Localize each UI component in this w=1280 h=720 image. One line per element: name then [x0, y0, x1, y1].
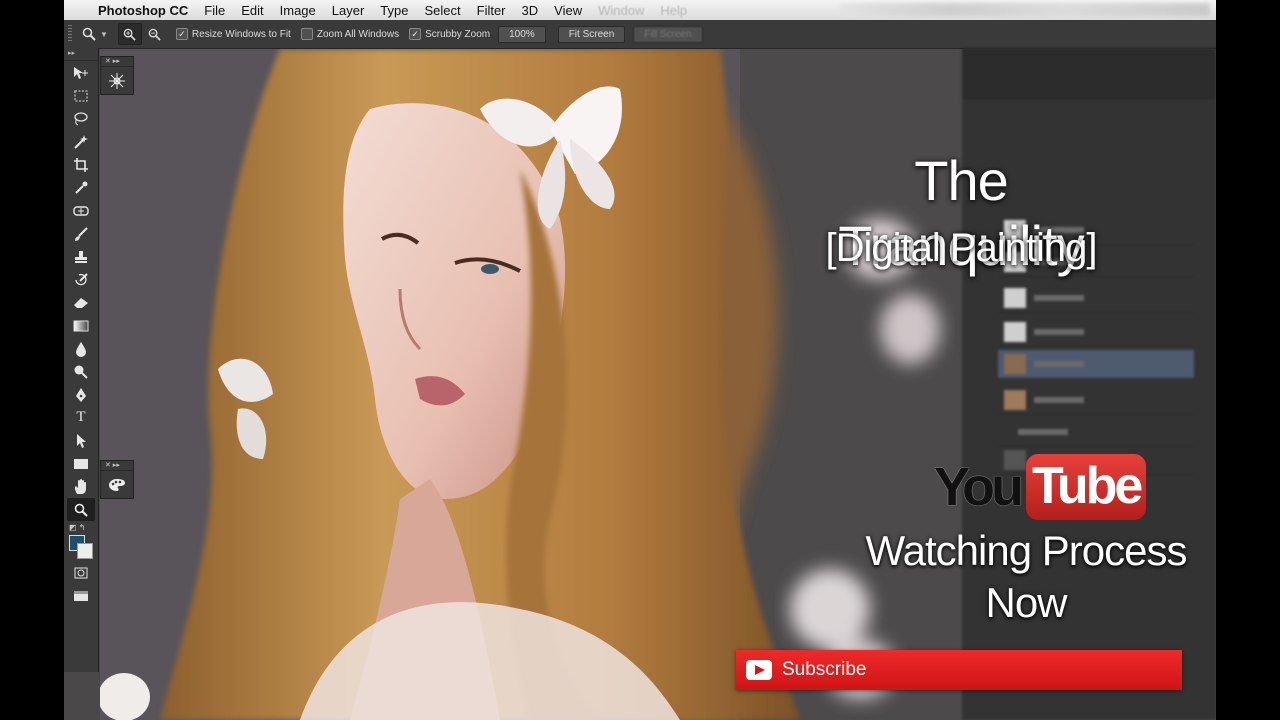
subscribe-button[interactable]: Subscribe	[736, 650, 1182, 690]
menu-window[interactable]: Window	[598, 3, 644, 18]
color-panel-mini: ✕ ▸▸	[100, 460, 134, 499]
spot-healing-brush-icon[interactable]	[64, 199, 98, 222]
layer-row[interactable]	[998, 284, 1194, 313]
zoom-icon[interactable]	[78, 24, 100, 44]
move-tool-icon[interactable]	[64, 61, 98, 84]
scrubby-zoom-label: Scrubby Zoom	[425, 28, 491, 40]
app-name-menu[interactable]: Photoshop CC	[98, 3, 188, 18]
menu-type[interactable]: Type	[380, 3, 408, 18]
quick-mask-icon[interactable]	[64, 561, 98, 584]
blur-tool-icon[interactable]	[64, 337, 98, 360]
color-swatches[interactable]: ◩ ↰	[64, 521, 98, 559]
menu-3d[interactable]: 3D	[522, 3, 539, 18]
path-selection-tool-icon[interactable]	[64, 429, 98, 452]
screen-mode-icon[interactable]	[64, 584, 98, 607]
zoom-all-windows-checkbox[interactable]: Zoom All Windows	[300, 28, 400, 40]
options-bar: ▼ ✓ Resize Windows to Fit Zoom All Windo…	[64, 20, 1216, 49]
menu-file[interactable]: File	[204, 3, 225, 18]
youtube-logo-tube: Tube	[1025, 454, 1147, 520]
history-brush-tool-icon[interactable]	[64, 268, 98, 291]
layer-row-selected[interactable]	[998, 350, 1194, 379]
crop-tool-icon[interactable]	[64, 153, 98, 176]
zoom-all-windows-box[interactable]	[300, 28, 313, 40]
letterbox-right	[1216, 0, 1280, 720]
layer-row[interactable]	[998, 386, 1194, 415]
panel-close-icon[interactable]: ✕ ▸▸	[101, 57, 133, 67]
scrubby-zoom-checkmark[interactable]: ✓	[409, 28, 422, 40]
magic-wand-tool-icon[interactable]	[64, 130, 98, 153]
brush-settings-icon[interactable]	[101, 67, 133, 94]
clone-stamp-tool-icon[interactable]	[64, 245, 98, 268]
lasso-tool-icon[interactable]	[64, 107, 98, 130]
letterbox-left	[0, 0, 64, 720]
rectangle-tool-icon[interactable]	[64, 452, 98, 475]
tools-panel: ▸▸ T ◩ ↰	[64, 48, 99, 672]
brush-tool-icon[interactable]	[64, 222, 98, 245]
zoom-tool-icon[interactable]	[67, 498, 95, 521]
tool-preset-chevron-down-icon[interactable]: ▼	[100, 30, 108, 39]
photoshop-window: Photoshop CC File Edit Image Layer Type …	[64, 0, 1216, 720]
layers-panel-header	[962, 48, 1216, 99]
menu-image[interactable]: Image	[280, 3, 316, 18]
menu-edit[interactable]: Edit	[241, 3, 263, 18]
menu-filter[interactable]: Filter	[477, 3, 506, 18]
palette-icon[interactable]	[101, 471, 133, 498]
menu-bar: Photoshop CC File Edit Image Layer Type …	[64, 0, 1216, 20]
menu-bar-status-area	[840, 3, 1210, 16]
hand-tool-icon[interactable]	[64, 475, 98, 498]
type-tool-icon[interactable]: T	[64, 406, 98, 429]
options-bar-grip[interactable]	[68, 25, 72, 43]
menu-select[interactable]: Select	[424, 3, 460, 18]
menu-help[interactable]: Help	[660, 3, 687, 18]
menu-layer[interactable]: Layer	[332, 3, 365, 18]
layer-row[interactable]	[998, 318, 1194, 347]
scrubby-zoom-checkbox[interactable]: ✓ Scrubby Zoom	[409, 28, 490, 40]
brush-panel-mini: ✕ ▸▸	[100, 56, 134, 95]
subscribe-label: Subscribe	[782, 659, 867, 680]
background-color-swatch[interactable]	[77, 543, 93, 559]
dodge-tool-icon[interactable]	[64, 360, 98, 383]
gradient-tool-icon[interactable]	[64, 314, 98, 337]
zoom-100-button[interactable]: 100%	[498, 25, 546, 43]
youtube-logo: You Tube	[934, 450, 1147, 524]
zoom-out-icon[interactable]	[144, 24, 166, 44]
menu-view[interactable]: View	[554, 3, 582, 18]
youtube-logo-you: You	[934, 457, 1024, 517]
layer-row[interactable]	[998, 418, 1194, 447]
rectangular-marquee-tool-icon[interactable]	[64, 84, 98, 107]
default-colors-icon[interactable]: ◩ ↰	[69, 523, 85, 532]
zoom-in-icon[interactable]	[117, 23, 142, 45]
video-subtitle: [Digital Painting]	[825, 226, 1097, 270]
watching-process-text: Watching Process	[865, 527, 1188, 574]
resize-windows-label: Resize Windows to Fit	[191, 28, 291, 40]
eraser-tool-icon[interactable]	[64, 291, 98, 314]
youtube-play-icon	[746, 660, 772, 680]
pen-tool-icon[interactable]	[64, 383, 98, 406]
fill-screen-button[interactable]: Fill Screen	[633, 25, 703, 43]
fit-screen-button[interactable]: Fit Screen	[557, 25, 626, 43]
panel-close-icon[interactable]: ✕ ▸▸	[101, 461, 133, 471]
eyedropper-tool-icon[interactable]	[64, 176, 98, 199]
tools-panel-collapse-icon[interactable]: ▸▸	[64, 48, 98, 61]
resize-windows-checkbox[interactable]: ✓ Resize Windows to Fit	[175, 28, 291, 40]
resize-windows-checkmark[interactable]: ✓	[175, 28, 188, 40]
watching-now-text: Now	[985, 579, 1067, 626]
zoom-all-windows-label: Zoom All Windows	[316, 28, 400, 40]
